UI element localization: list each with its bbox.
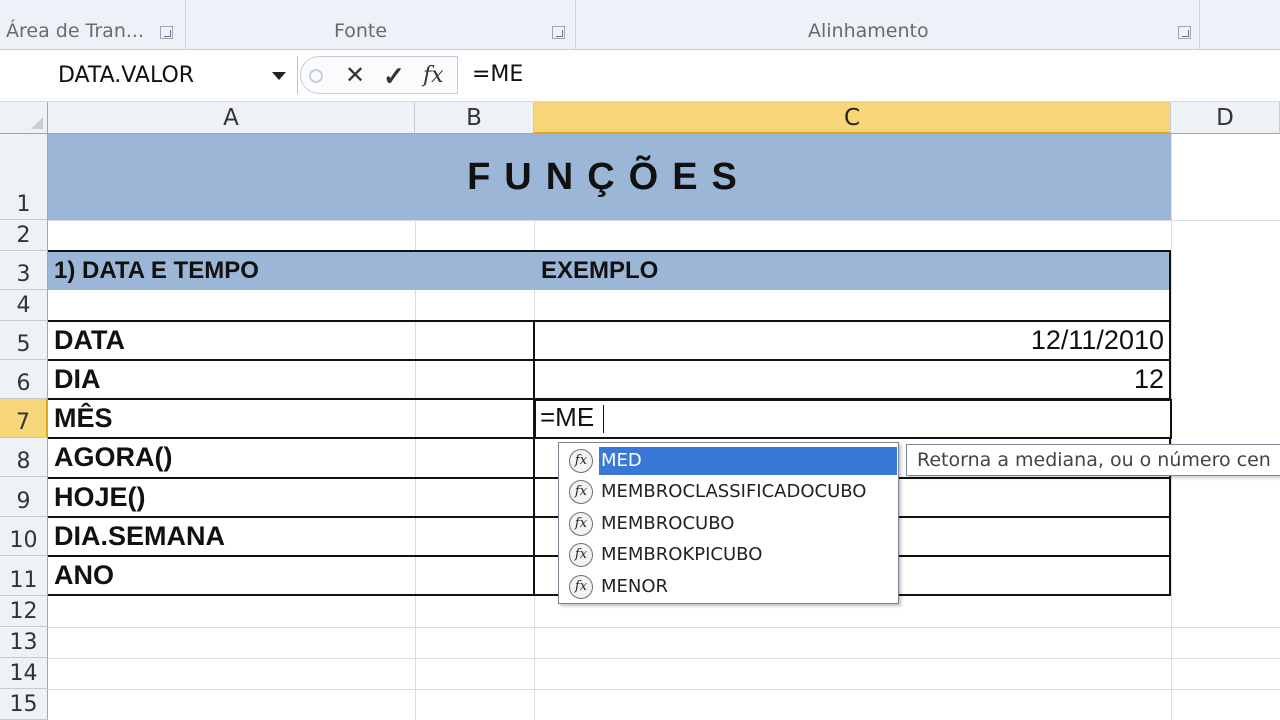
table-border [533,320,535,596]
label-cell-ano[interactable]: ANO [54,560,114,591]
autocomplete-item[interactable]: fx MEMBROCLASSIFICADOCUBO [561,476,897,507]
enter-check-icon[interactable]: ✓ [383,61,405,92]
row-number: 6 [16,371,31,396]
ribbon-group-label: Área de Tran... [6,20,144,42]
cancel-icon[interactable]: ✕ [345,61,365,90]
autocomplete-item-label: MEMBROKPICUBO [601,544,763,565]
column-header-d[interactable]: D [1171,102,1280,134]
ribbon-group-label: Fonte [334,20,388,42]
autocomplete-item[interactable]: fx MENOR [561,571,897,602]
table-border [48,250,1171,252]
row-header-8[interactable]: 8 [0,438,48,477]
dialog-launcher-icon[interactable] [160,26,173,39]
label-cell-agora[interactable]: AGORA() [54,442,172,473]
function-icon: fx [569,512,593,536]
row-number: 15 [9,692,38,717]
insert-function-icon[interactable]: fx [423,63,444,88]
table-border [48,320,1171,322]
gridline [48,658,1280,659]
row-number: 10 [9,528,38,553]
active-cell-c7[interactable] [534,399,1172,439]
text-caret [603,405,604,433]
formula-buttons: ✕ ✓ fx [300,56,458,94]
table-border [48,359,1171,361]
row-number: 2 [16,223,31,248]
function-icon: fx [569,575,593,599]
row-number: 12 [9,599,38,624]
section-header-cell[interactable]: 1) DATA E TEMPO [54,257,259,285]
column-header-c[interactable]: C [534,102,1171,134]
formula-bar: DATA.VALOR ✕ ✓ fx =ME [0,50,1280,102]
row-header-15[interactable]: 15 [0,689,48,720]
row-header-1[interactable]: 1 [0,134,48,220]
label-cell-dia[interactable]: DIA [54,364,101,395]
row-number: 7 [16,410,30,435]
ribbon-group-alignment: Alinhamento [576,0,1200,50]
row-number: 14 [9,661,38,686]
autocomplete-item[interactable]: fx MEMBROKPICUBO [561,539,897,570]
active-cell-text[interactable]: =ME [540,402,594,433]
function-icon: fx [569,480,593,504]
ribbon: Área de Tran... Fonte Alinhamento [0,0,1280,50]
row-header-6[interactable]: 6 [0,360,48,399]
autocomplete-item[interactable]: fx MED [561,445,897,476]
row-header-14[interactable]: 14 [0,658,48,689]
gridline [48,220,1280,221]
row-number: 5 [16,332,31,357]
row-number: 13 [9,630,38,655]
row-header-5[interactable]: 5 [0,321,48,360]
row-number: 11 [9,568,38,593]
dialog-launcher-icon[interactable] [1178,26,1191,39]
autocomplete-item[interactable]: fx MEMBROCUBO [561,508,897,539]
ribbon-group-label: Alinhamento [808,20,929,42]
row-number: 8 [16,449,31,474]
row-header-3[interactable]: 3 [0,251,48,290]
autocomplete-item-label: MEMBROCLASSIFICADOCUBO [601,481,867,502]
ribbon-group-font: Fonte [186,0,576,50]
column-header-a[interactable]: A [48,102,415,134]
row-header-12[interactable]: 12 [0,596,48,627]
row-header-9[interactable]: 9 [0,477,48,517]
label-cell-hoje[interactable]: HOJE() [54,482,146,513]
name-box[interactable]: DATA.VALOR [0,56,298,94]
row-header-11[interactable]: 11 [0,556,48,596]
row-number: 3 [16,262,31,287]
row-header-10[interactable]: 10 [0,517,48,556]
label-cell-dia-semana[interactable]: DIA.SEMANA [54,521,225,552]
gridline [48,627,1280,628]
function-autocomplete-list[interactable]: fx MED fx MEMBROCLASSIFICADOCUBO fx MEMB… [558,442,899,604]
row-number: 9 [16,489,31,514]
value-cell-data[interactable]: 12/11/2010 [900,325,1164,356]
autocomplete-item-label: MED [599,447,897,475]
row-header-4[interactable]: 4 [0,290,48,321]
gridline [415,134,416,720]
row-header-7[interactable]: 7 [0,399,48,438]
formula-input[interactable]: =ME [472,62,523,87]
resize-grip-icon[interactable] [309,69,323,83]
autocomplete-item-label: MENOR [601,576,669,597]
function-tooltip: Retorna a mediana, ou o número cen [906,444,1280,476]
row-header-13[interactable]: 13 [0,627,48,658]
autocomplete-item-label: MEMBROCUBO [601,513,735,534]
row-number: 4 [16,293,31,318]
row-header-2[interactable]: 2 [0,220,48,251]
example-header-cell[interactable]: EXEMPLO [541,257,658,285]
value-cell-dia[interactable]: 12 [900,364,1164,395]
ribbon-group-clipboard: Área de Tran... [0,0,186,50]
gridline [48,689,1280,690]
select-all-corner[interactable] [0,102,48,134]
sheet-title: FUNÇÕES [467,156,751,198]
function-icon: fx [569,449,593,473]
label-cell-mes[interactable]: MÊS [54,403,113,434]
name-box-value: DATA.VALOR [58,63,195,88]
label-cell-data[interactable]: DATA [54,325,125,356]
row-number: 1 [16,192,31,217]
column-header-b[interactable]: B [415,102,534,134]
chevron-down-icon[interactable] [272,72,286,80]
dialog-launcher-icon[interactable] [552,26,565,39]
function-icon: fx [569,543,593,567]
